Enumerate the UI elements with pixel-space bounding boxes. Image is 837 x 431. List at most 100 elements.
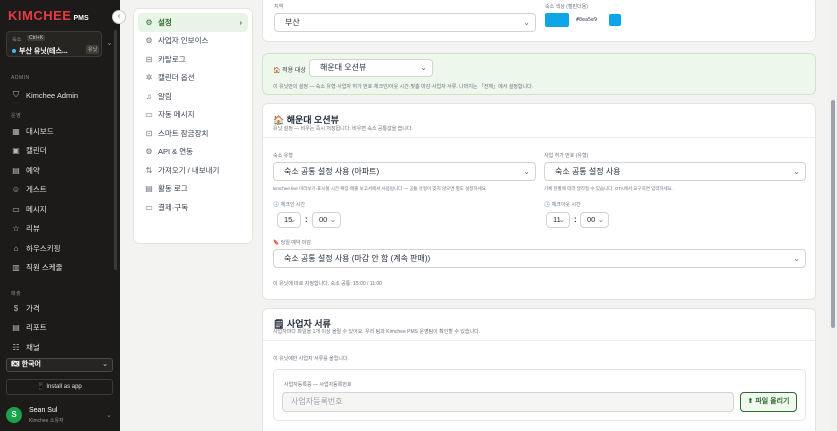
import-export-icon: ⇅: [145, 165, 153, 175]
calendar-icon: ▣: [12, 146, 20, 155]
sidebar-item-ops-5[interactable]: ☆ 리뷰: [11, 223, 39, 235]
lock-icon: ⊡: [145, 128, 153, 138]
checkout-label: 🕒 체크아웃 시간: [544, 202, 581, 208]
settings-menu-label: 캘린더 옵션: [158, 73, 195, 83]
shield-icon: ⛉: [13, 90, 19, 99]
settings-menu-label: 스마트 잠금장치: [158, 128, 209, 138]
settings-menu-label: 알림: [158, 91, 172, 101]
settings-menu: ⚙ 설정 › ⚙ 사업자 인보이스 ⊟ 카탈로그 ✲ 캘린더 옵션 ♫ 알림 ▭ 자동 메시지 ⊡ 스마트 …: [133, 8, 253, 244]
sidebar-item-ops-2[interactable]: ▤ 예약: [11, 164, 40, 176]
cutoff-select[interactable]: 숙소 공통 설정 사용 (마감 안 함 (계속 판매)) ⌄: [273, 249, 806, 268]
chevron-updown-icon[interactable]: ⌄: [106, 38, 113, 47]
settings-menu-item[interactable]: ⚙ 설정 ›: [138, 13, 248, 32]
message-icon: ▭: [12, 204, 20, 214]
gear-icon: ⚙: [145, 17, 153, 27]
sidebar-item-label: 대시보드: [26, 126, 54, 136]
chevron-down-icon: ⌄: [420, 63, 427, 72]
sidebar-item-ops-7[interactable]: ▥ 직원 스케줄: [11, 262, 63, 274]
checkin-hour-select[interactable]: 15 ⌄: [277, 212, 301, 228]
property-type-label: 숙소 유형: [273, 153, 293, 159]
star-icon: ☆: [12, 224, 20, 233]
sidebar-item-ops-1[interactable]: ▣ 캘린더: [11, 145, 47, 157]
business-docs-card: 🗒 사업자 서류 사업자마다 파일을 1개 이상 올릴 수 있어요. 우리 팀과…: [262, 308, 816, 431]
sidebar-item-sales-1[interactable]: ▤ 리포트: [11, 322, 46, 334]
scope-select[interactable]: 해운대 오션뷰 ⌄: [309, 59, 433, 77]
sidebar-item-sales-0[interactable]: $ 가격: [11, 302, 40, 314]
permit-select[interactable]: 숙소 공통 설정 사용 ⌄: [544, 162, 806, 181]
divider: [263, 137, 815, 138]
avatar: S: [6, 407, 22, 423]
sidebar-item-label: 채널: [26, 342, 40, 352]
sidebar-item-ops-6[interactable]: ⌂ 하우스키핑: [11, 242, 61, 254]
sidebar-item-label: 캘린더: [26, 146, 47, 155]
sidebar-item-ops-3[interactable]: ☺ 게스트: [11, 184, 47, 196]
settings-menu-item[interactable]: ⊟ 카탈로그: [138, 50, 248, 69]
property-switcher[interactable]: 숙소 Ctrl+K 부산 유닛(테스... 유닛: [6, 31, 102, 57]
section-operations: 운영: [11, 113, 22, 119]
grid-icon: ▦: [12, 126, 20, 136]
user-menu[interactable]: S Sean Sul Kimchee 소유자 ⌄: [6, 405, 116, 427]
sidebar-item-label: 직원 스케줄: [26, 263, 63, 272]
app-logo[interactable]: KIMCHEE PMS: [8, 8, 89, 23]
doc-entry: 사업자등록증 — 사업자등록번호 사업자등록번호 ⬆ 파일 올리기: [273, 369, 806, 421]
settings-menu-item[interactable]: ▭ 자동 메시지: [138, 106, 248, 125]
sidebar-item-sales-2[interactable]: ☷ 채널: [11, 341, 40, 353]
color-picker[interactable]: [545, 13, 569, 27]
settings-menu-label: 결제·구독: [158, 202, 189, 212]
section-admin: ADMIN: [11, 75, 30, 81]
checkout-minute-select[interactable]: 00 ⌄: [580, 212, 609, 228]
property-type-select[interactable]: 숙소 공통 설정 사용 (아파트) ⌄: [273, 162, 536, 181]
divider: [263, 340, 815, 341]
install-app-button[interactable]: 📱 Install as app: [6, 379, 113, 395]
property-type-hint: kimchee.live 미리보기·표시될 시간 확장·매출 보고서에서 사용됩…: [273, 186, 488, 191]
chevron-down-icon: ⌄: [329, 215, 336, 224]
sidebar-item-label: 하우스키핑: [26, 243, 61, 253]
settings-menu-label: API & 연동: [158, 147, 194, 157]
unit-subtitle: 유닛 설정 — 비우는 즉시 저장됩니다. 비우면 숙소 공통값을 씁니다.: [273, 126, 413, 132]
schedule-icon: ▥: [12, 263, 20, 272]
language-select[interactable]: 🇰🇷 한국어 ⌄: [6, 358, 113, 372]
settings-menu-item[interactable]: ✲ 캘린더 옵션: [138, 69, 248, 88]
sidebar-item-ops-4[interactable]: ▭ 메시지: [11, 203, 46, 215]
main-scrollbar-thumb[interactable]: [831, 100, 835, 328]
settings-menu-item[interactable]: ⇅ 가져오기 / 내보내기: [138, 161, 248, 180]
dollar-icon: $: [13, 303, 19, 313]
permit-hint: 기록 현황에 따라 달라질 수 있습니다. OTA에서 요구하면 입력하세요.: [544, 186, 674, 191]
chevron-down-icon: ⌄: [102, 361, 108, 368]
settings-menu-item[interactable]: ⚙ 사업자 인보이스: [138, 32, 248, 51]
chevron-down-icon: ⌄: [793, 254, 800, 263]
sidebar-item-label: 예약: [26, 165, 40, 175]
settings-menu-item[interactable]: ♫ 알림: [138, 87, 248, 106]
business-number-input[interactable]: 사업자등록번호: [282, 392, 734, 412]
cutoff-label: 🔖 당일 예약 마감: [273, 240, 311, 246]
permit-label: 사업 허가 번호 (유형): [544, 153, 589, 159]
booking-icon: ▤: [12, 165, 20, 175]
checkout-hour-select[interactable]: 11 ⌄: [546, 212, 570, 228]
upload-file-button[interactable]: ⬆ 파일 올리기: [740, 392, 797, 412]
bell-icon: ♫: [146, 91, 152, 101]
property-shortcut: Ctrl+K: [27, 35, 46, 41]
sidebar-scrollbar[interactable]: [114, 30, 117, 270]
settings-menu-item[interactable]: ⚙ API & 연동: [138, 143, 248, 162]
sidebar-item-kimchee-admin[interactable]: ⛉ Kimchee Admin: [11, 89, 78, 101]
sidebar-collapse-button[interactable]: ‹: [112, 10, 126, 24]
settings-menu-item[interactable]: ⊡ 스마트 잠금장치: [138, 124, 248, 143]
checkin-label: 🕒 체크인 시간: [273, 202, 306, 208]
invoice-icon: ⚙: [145, 36, 153, 46]
chevron-down-icon: ⌄: [793, 167, 800, 176]
docs-subtitle: 사업자마다 파일을 1개 이상 올릴 수 있어요. 우리 팀과 Kimchee …: [273, 329, 481, 335]
time-separator: :: [305, 215, 308, 224]
settings-menu-label: 가져오기 / 내보내기: [158, 165, 220, 175]
region-label: 지역: [274, 4, 284, 10]
checkin-minute-select[interactable]: 00 ⌄: [312, 212, 341, 228]
color-label: 숙소 색상 (캘린더용): [545, 4, 588, 10]
settings-menu-item[interactable]: ▭ 결제·구독: [138, 198, 248, 217]
calendar-options-icon: ✲: [145, 73, 153, 83]
color-swatch[interactable]: [609, 14, 621, 26]
user-role: Kimchee 소유자: [29, 418, 64, 424]
region-select[interactable]: 부산 ⌄: [274, 13, 536, 32]
settings-menu-item[interactable]: ▤ 활동 로그: [138, 180, 248, 199]
sidebar-item-ops-0[interactable]: ▦ 대시보드: [11, 125, 54, 137]
chevron-down-icon: ⌄: [523, 167, 530, 176]
api-icon: ⚙: [145, 147, 153, 157]
